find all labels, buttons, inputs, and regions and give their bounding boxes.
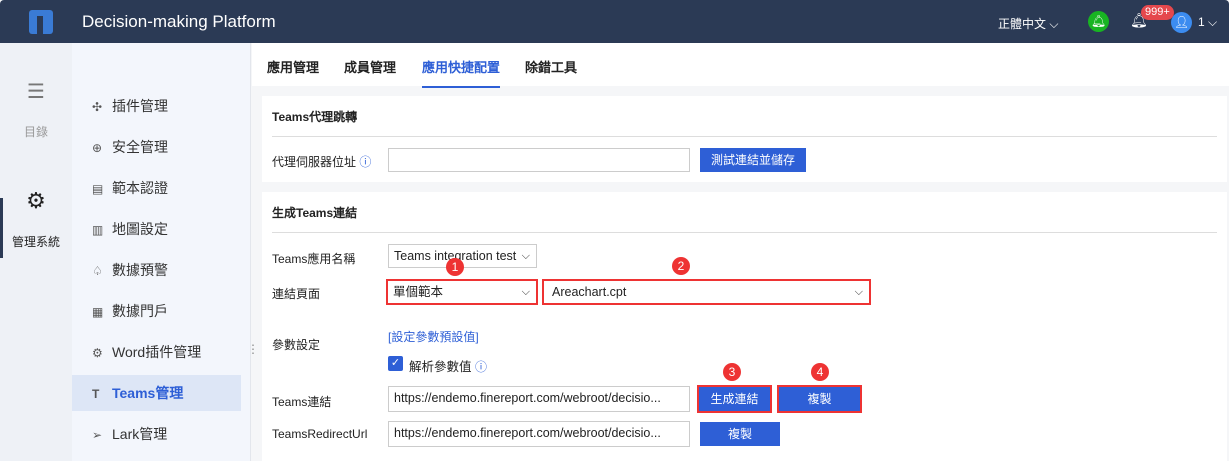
document-icon: ▤ [92,182,104,196]
sidebar-item-label: 地圖設定 [112,221,168,237]
generate-link-card: 生成Teams連結 Teams應用名稱 Teams integration te… [262,192,1227,461]
sidebar-item-label: Teams管理 [112,385,184,401]
divider [272,232,1217,233]
language-label: 正體中文 [998,17,1047,31]
top-bar: Decision-making Platform 正體中文 ⌵ 🔔︎ 🔔︎ 99… [0,0,1229,43]
tab-app-management[interactable]: 應用管理 [267,57,319,76]
proxy-label: 代理伺服器位址 ⓘ [272,153,371,170]
notification-green-bell-icon[interactable]: 🔔︎ [1088,11,1109,32]
settings-icon: ⚙ [92,346,103,360]
language-select[interactable]: 正體中文 ⌵ [998,15,1058,32]
sidebar-item-template-auth[interactable]: ▤ 範本認證 [72,170,241,206]
user-name: 1 [1198,15,1205,29]
copy-redirect-button[interactable]: 複製 [700,422,780,446]
tab-member-management[interactable]: 成員管理 [344,57,396,76]
paper-plane-icon: ➢ [92,428,103,442]
tab-quick-config[interactable]: 應用快捷配置 [422,57,501,88]
chevron-down-icon: ⌵ [854,286,863,298]
step-marker-1: 1 [446,258,464,276]
tab-debug-tools[interactable]: 除錯工具 [525,57,577,76]
section-title: 生成Teams連結 [272,206,358,220]
step-marker-3: 3 [723,363,741,381]
notification-badge: 999+ [1141,5,1174,20]
step-marker-4: 4 [811,363,829,381]
set-param-defaults-link[interactable]: [設定參數預設值] [388,328,479,345]
app-name-label: Teams應用名稱 [272,252,356,266]
teams-icon: T [92,387,100,401]
sidebar-item-label: Lark管理 [112,426,168,442]
sidebar-item-word[interactable]: ⚙ Word插件管理 [72,334,241,370]
sidebar-item-label: 範本認證 [112,180,168,196]
puzzle-icon: ✣ [92,100,103,114]
redirect-url-input[interactable]: https://endemo.finereport.com/webroot/de… [388,421,690,447]
avatar[interactable]: 👤︎ [1171,12,1192,33]
redirect-url-label: TeamsRedirectUrl [272,427,368,441]
sidebar-item-map[interactable]: ▥ 地圖設定 [72,211,241,247]
copy-link-button[interactable]: 複製 [777,385,862,413]
icon-rail: ☰ 目錄 ⚙ 管理系統 [0,43,72,461]
generate-link-button[interactable]: 生成連結 [697,385,772,413]
info-icon[interactable]: ⓘ [475,360,487,374]
sidebar-item-label: Word插件管理 [112,344,202,360]
step-marker-2: 2 [672,257,690,275]
sidebar: ⚲ ✣插件管理 ⊕安全管理 ▤範本認證 ▥地圖設定 ♤數據預警 ▦數據門戶 ⚙W… [72,43,308,461]
sidebar-item-alert[interactable]: ♤ 數據預警 [72,252,241,288]
user-menu[interactable]: 1 ⌵ [1198,15,1217,30]
label-text: 代理伺服器位址 [272,155,357,169]
rail-admin[interactable]: 管理系統 [0,233,72,250]
list-icon[interactable]: ☰ [0,79,72,104]
rail-catalog[interactable]: 目錄 [0,123,72,140]
sidebar-item-plugins[interactable]: ✣ 插件管理 [72,88,241,124]
template-file-select[interactable]: Areachart.cpt ⌵ [542,279,871,305]
divider [272,136,1217,137]
sidebar-item-label: 安全管理 [112,139,168,155]
proxy-address-input[interactable] [388,148,690,172]
select-value: Areachart.cpt [552,285,627,299]
sidebar-item-label: 數據門戶 [112,303,168,319]
section-title: Teams代理跳轉 [272,110,358,124]
param-label: 參數設定 [272,338,321,352]
proxy-card: Teams代理跳轉 代理伺服器位址 ⓘ 測試連結並儲存 [262,96,1227,182]
info-icon[interactable]: ⓘ [359,155,371,169]
tab-bar: 應用管理 成員管理 應用快捷配置 除錯工具 [252,43,1229,88]
label-text: 解析參數值 [409,360,472,374]
chevron-down-icon: ⌵ [1049,17,1059,31]
logo-icon [29,10,53,34]
app-title: Decision-making Platform [82,12,276,31]
select-value: 單個範本 [393,285,444,299]
sidebar-item-label: 數據預警 [112,262,168,278]
portal-icon: ▦ [92,305,104,319]
sidebar-item-security[interactable]: ⊕ 安全管理 [72,129,241,165]
teams-link-input[interactable]: https://endemo.finereport.com/webroot/de… [388,386,690,412]
test-and-save-button[interactable]: 測試連結並儲存 [700,148,806,172]
resize-handle[interactable]: ⋮ [247,342,259,356]
sidebar-item-teams[interactable]: T Teams管理 [72,375,241,411]
map-icon: ▥ [92,223,104,237]
sidebar-item-lark[interactable]: ➢ Lark管理 [72,416,241,452]
link-page-label: 連結頁面 [272,287,321,301]
sidebar-item-portal[interactable]: ▦ 數據門戶 [72,293,241,329]
parse-params-checkbox[interactable]: ✓ [388,356,403,371]
page-type-select[interactable]: 單個範本 ⌵ [386,279,538,305]
shield-icon: ⊕ [92,141,103,155]
sidebar-item-label: 插件管理 [112,98,168,114]
chevron-down-icon: ⌵ [521,286,530,298]
teams-link-label: Teams連結 [272,395,332,409]
chevron-down-icon: ⌵ [521,250,530,262]
parse-params-label: 解析參數值 ⓘ [409,356,487,375]
bell-icon: ♤ [92,264,103,278]
gear-icon[interactable]: ⚙ [0,188,72,214]
